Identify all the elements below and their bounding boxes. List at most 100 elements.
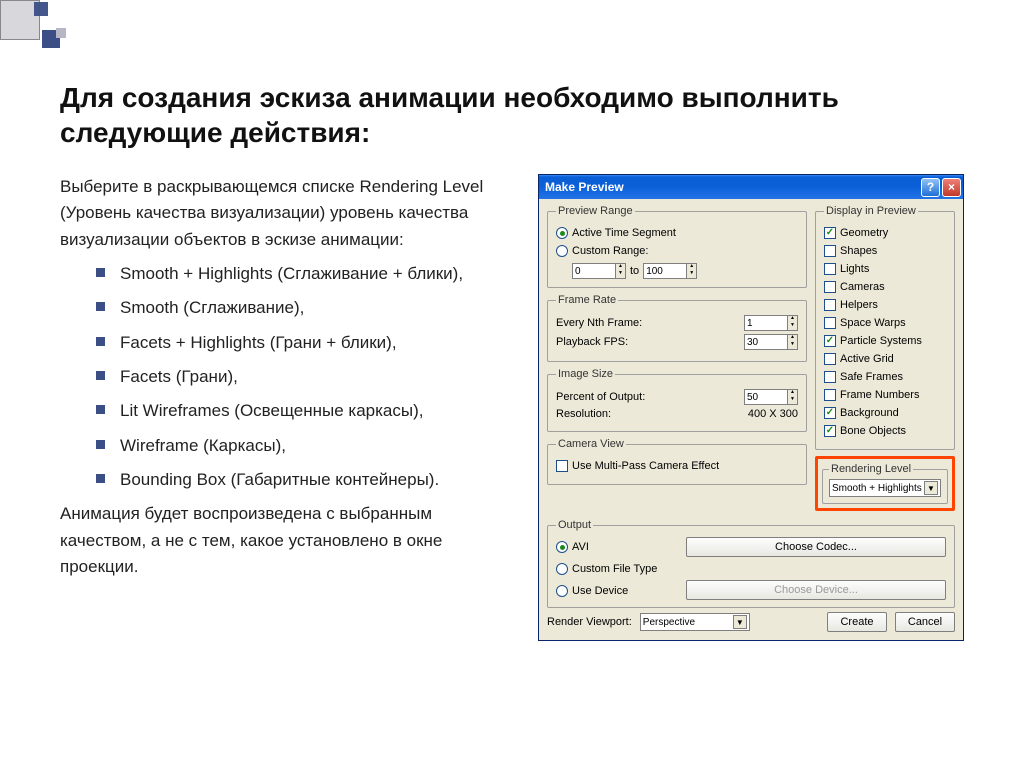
list-item: Lit Wireframes (Освещенные каркасы),: [96, 398, 508, 424]
spinner[interactable]: ▲▼: [616, 263, 626, 279]
group-legend: Frame Rate: [556, 294, 618, 306]
checkbox-label: Shapes: [840, 245, 877, 257]
radio-label: AVI: [572, 541, 589, 553]
preview-range-group: Preview Range Active Time Segment Custom…: [547, 205, 807, 288]
create-button[interactable]: Create: [827, 612, 887, 632]
resolution-value: 400 X 300: [748, 408, 798, 420]
render-viewport-label: Render Viewport:: [547, 616, 632, 628]
cancel-button[interactable]: Cancel: [895, 612, 955, 632]
display-checkbox[interactable]: [824, 353, 836, 365]
checkbox-label: Lights: [840, 263, 869, 275]
multipass-checkbox[interactable]: [556, 460, 568, 472]
display-checkbox[interactable]: [824, 227, 836, 239]
list-item: Facets + Highlights (Грани + блики),: [96, 330, 508, 356]
radio-label: Custom Range:: [572, 245, 648, 257]
intro-paragraph: Выберите в раскрывающемся списке Renderi…: [60, 174, 508, 253]
display-checkbox[interactable]: [824, 299, 836, 311]
group-legend: Rendering Level: [829, 463, 913, 475]
display-checkbox[interactable]: [824, 317, 836, 329]
checkbox-label: Geometry: [840, 227, 888, 239]
group-legend: Preview Range: [556, 205, 635, 217]
display-checkbox[interactable]: [824, 371, 836, 383]
list-item: Smooth (Сглаживание),: [96, 295, 508, 321]
display-item: Lights: [824, 261, 946, 277]
help-button[interactable]: ?: [921, 178, 940, 197]
dropdown-value: Perspective: [643, 617, 695, 628]
display-item: Shapes: [824, 243, 946, 259]
group-legend: Display in Preview: [824, 205, 918, 217]
resolution-label: Resolution:: [556, 408, 611, 420]
display-in-preview-group: Display in Preview Geometry Shapes Lights C…: [815, 205, 955, 450]
display-checkbox[interactable]: [824, 407, 836, 419]
radio-label: Custom File Type: [572, 563, 657, 575]
close-button[interactable]: ×: [942, 178, 961, 197]
display-checkbox[interactable]: [824, 281, 836, 293]
group-legend: Output: [556, 519, 593, 531]
use-device-radio[interactable]: [556, 585, 568, 597]
display-item: Particle Systems: [824, 333, 946, 349]
to-label: to: [630, 265, 639, 277]
choose-codec-button[interactable]: Choose Codec...: [686, 537, 946, 557]
display-checkbox[interactable]: [824, 425, 836, 437]
radio-label: Active Time Segment: [572, 227, 676, 239]
custom-range-radio[interactable]: [556, 245, 568, 257]
percent-input[interactable]: 50: [744, 389, 788, 405]
range-to-input[interactable]: 100: [643, 263, 687, 279]
render-viewport-dropdown[interactable]: Perspective ▼: [640, 613, 750, 631]
fps-input[interactable]: 30: [744, 334, 788, 350]
list-item: Smooth + Highlights (Сглаживание + блики…: [96, 261, 508, 287]
checkbox-label: Active Grid: [840, 353, 894, 365]
spinner[interactable]: ▲▼: [788, 334, 798, 350]
spinner[interactable]: ▲▼: [788, 389, 798, 405]
output-group: Output AVI Custom File Type: [547, 519, 955, 608]
group-legend: Image Size: [556, 368, 615, 380]
make-preview-dialog: Make Preview ? × Preview Range Active Ti…: [538, 174, 964, 641]
checkbox-label: Safe Frames: [840, 371, 903, 383]
display-item: Helpers: [824, 297, 946, 313]
outro-paragraph: Анимация будет воспроизведена с выбранны…: [60, 501, 508, 580]
checkbox-label: Particle Systems: [840, 335, 922, 347]
custom-file-radio[interactable]: [556, 563, 568, 575]
avi-radio[interactable]: [556, 541, 568, 553]
spinner[interactable]: ▲▼: [788, 315, 798, 331]
display-checkbox[interactable]: [824, 263, 836, 275]
rendering-level-dropdown[interactable]: Smooth + Highlights ▼: [829, 479, 941, 497]
list-item: Facets (Грани),: [96, 364, 508, 390]
rendering-level-highlight: Rendering Level Smooth + Highlights ▼: [815, 456, 955, 511]
percent-label: Percent of Output:: [556, 391, 645, 403]
checkbox-label: Cameras: [840, 281, 885, 293]
active-time-radio[interactable]: [556, 227, 568, 239]
nth-frame-label: Every Nth Frame:: [556, 317, 642, 329]
range-from-input[interactable]: 0: [572, 263, 616, 279]
display-item: Safe Frames: [824, 369, 946, 385]
chevron-down-icon: ▼: [733, 615, 747, 629]
display-checkbox[interactable]: [824, 335, 836, 347]
checkbox-label: Use Multi-Pass Camera Effect: [572, 460, 719, 472]
spinner[interactable]: ▲▼: [687, 263, 697, 279]
checkbox-label: Space Warps: [840, 317, 906, 329]
list-item: Wireframe (Каркасы),: [96, 433, 508, 459]
display-item: Active Grid: [824, 351, 946, 367]
checkbox-label: Bone Objects: [840, 425, 906, 437]
group-legend: Camera View: [556, 438, 626, 450]
frame-rate-group: Frame Rate Every Nth Frame: 1▲▼ Playback…: [547, 294, 807, 362]
image-size-group: Image Size Percent of Output: 50▲▼ Resol…: [547, 368, 807, 432]
text-column: Выберите в раскрывающемся списке Renderi…: [60, 174, 508, 641]
display-checkbox[interactable]: [824, 245, 836, 257]
fps-label: Playback FPS:: [556, 336, 628, 348]
checkbox-label: Frame Numbers: [840, 389, 919, 401]
rendering-level-group: Rendering Level Smooth + Highlights ▼: [822, 463, 948, 504]
display-item: Bone Objects: [824, 423, 946, 439]
dialog-titlebar[interactable]: Make Preview ? ×: [539, 175, 963, 199]
slide-title: Для создания эскиза анимации необходимо …: [60, 80, 964, 150]
checkbox-label: Helpers: [840, 299, 878, 311]
chevron-down-icon: ▼: [924, 481, 938, 495]
checkbox-label: Background: [840, 407, 899, 419]
nth-frame-input[interactable]: 1: [744, 315, 788, 331]
display-checkbox[interactable]: [824, 389, 836, 401]
choose-device-button[interactable]: Choose Device...: [686, 580, 946, 600]
display-item: Geometry: [824, 225, 946, 241]
display-item: Frame Numbers: [824, 387, 946, 403]
radio-label: Use Device: [572, 585, 628, 597]
display-item: Background: [824, 405, 946, 421]
